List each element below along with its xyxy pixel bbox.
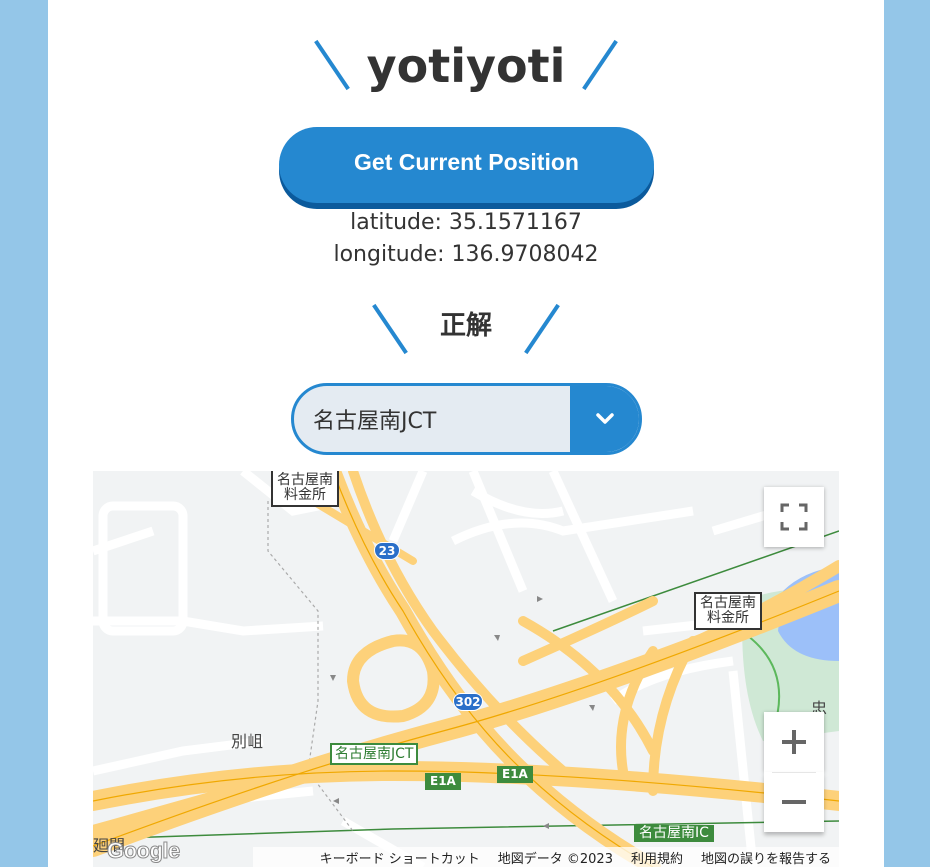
- longitude-text: longitude: 136.9708042: [333, 242, 599, 267]
- plus-icon: [782, 730, 806, 754]
- jct-label: 名古屋南JCT: [330, 743, 419, 765]
- zoom-divider: [772, 772, 816, 773]
- app-title: yotiyoti: [366, 39, 566, 93]
- fullscreen-icon: [780, 503, 808, 531]
- route-23-shield: 23: [374, 542, 400, 560]
- answer-heading: 正解: [439, 311, 492, 341]
- zoom-in-button[interactable]: [764, 712, 824, 772]
- main-panel: yotiyoti Get Current Position latitude: …: [48, 0, 884, 867]
- map-view[interactable]: 名古屋南 料金所 名古屋南 料金所 23 302 別岨 忠 廻間 名古屋南JCT…: [93, 471, 839, 867]
- latitude-text: latitude: 35.1571167: [350, 210, 582, 235]
- answer-select-value[interactable]: 名古屋南JCT: [294, 386, 570, 452]
- keyboard-shortcuts-link[interactable]: キーボード ショートカット: [320, 848, 480, 867]
- map-footer: キーボード ショートカット 地図データ ©2023 利用規約 地図の誤りを報告す…: [253, 847, 839, 867]
- ic-label: 名古屋南IC: [634, 825, 714, 842]
- report-error-link[interactable]: 地図の誤りを報告する: [701, 848, 831, 867]
- tollgate-top-label: 名古屋南 料金所: [271, 471, 339, 507]
- chevron-down-icon[interactable]: [570, 386, 639, 452]
- zoom-out-button[interactable]: [764, 772, 824, 832]
- minus-icon: [782, 800, 806, 804]
- e1a-label-2: E1A: [497, 766, 533, 783]
- tollgate-right-text: 名古屋南 料金所: [700, 595, 756, 626]
- tollgate-right-label: 名古屋南 料金所: [694, 592, 762, 630]
- map-base-layer: [93, 471, 839, 867]
- map-data-text: 地図データ ©2023: [497, 851, 613, 867]
- terms-link[interactable]: 利用規約: [631, 848, 683, 867]
- area-left-label: 別岨: [231, 732, 264, 751]
- google-logo[interactable]: Google: [107, 838, 181, 864]
- get-current-position-button[interactable]: Get Current Position: [279, 127, 654, 203]
- fullscreen-button[interactable]: [764, 487, 824, 547]
- tollgate-top-text: 名古屋南 料金所: [277, 472, 333, 503]
- e1a-label-1: E1A: [425, 773, 461, 790]
- answer-select[interactable]: 名古屋南JCT: [291, 383, 642, 455]
- route-302-shield: 302: [453, 693, 483, 711]
